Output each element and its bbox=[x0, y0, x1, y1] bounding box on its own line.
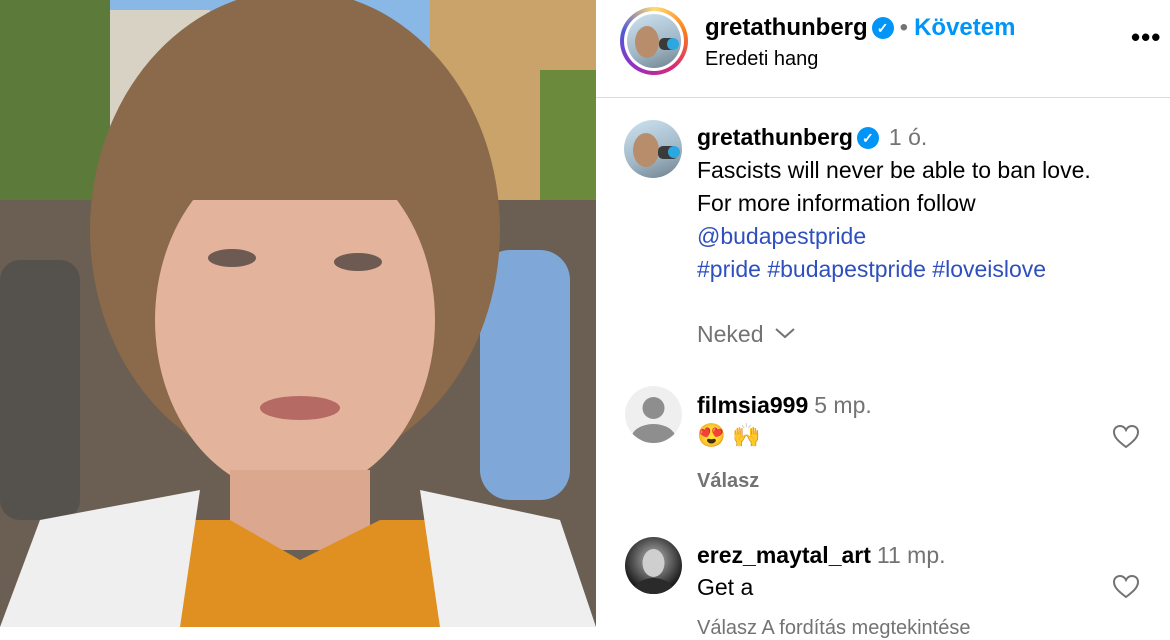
comment-timestamp: 11 mp. bbox=[876, 542, 946, 568]
avatar[interactable] bbox=[625, 537, 682, 594]
mention-link[interactable]: @budapestpride bbox=[697, 220, 1137, 253]
chevron-down-icon bbox=[775, 328, 795, 339]
avatar bbox=[627, 14, 681, 68]
post-details-panel: gretathunberg ✓ • Követem Eredeti hang ••• … bbox=[596, 0, 1170, 639]
post-header: gretathunberg ✓ • Követem Eredeti hang ••• bbox=[596, 0, 1170, 98]
comment-username-row: filmsia999 5 mp. bbox=[697, 392, 872, 419]
video-frame bbox=[0, 0, 596, 627]
verified-badge-icon: ✓ bbox=[871, 17, 894, 39]
hashtags-links[interactable]: #pride #budapestpride #loveislove bbox=[697, 253, 1137, 286]
sort-label: Neked bbox=[697, 321, 764, 347]
comment-sort-dropdown[interactable]: Neked bbox=[697, 321, 796, 348]
following-button[interactable]: Követem bbox=[914, 14, 1015, 41]
reply-button[interactable]: Válasz bbox=[697, 470, 759, 493]
more-options-icon[interactable]: ••• bbox=[1131, 22, 1161, 53]
audio-link[interactable]: Eredeti hang bbox=[705, 48, 818, 71]
username-link[interactable]: gretathunberg bbox=[705, 14, 868, 41]
reply-button[interactable]: Válasz A fordítás megtekintése bbox=[697, 617, 971, 640]
caption-username[interactable]: gretathunberg bbox=[697, 124, 853, 150]
heart-icon[interactable] bbox=[1112, 573, 1140, 601]
separator-dot: • bbox=[899, 14, 909, 41]
caption-timestamp[interactable]: 1 ó. bbox=[889, 124, 927, 150]
caption-avatar[interactable] bbox=[624, 120, 682, 178]
default-avatar-icon[interactable] bbox=[625, 386, 682, 443]
caption-line-2: For more information follow bbox=[697, 190, 976, 216]
comment-username[interactable]: filmsia999 bbox=[697, 392, 808, 418]
verified-badge-icon: ✓ bbox=[856, 127, 879, 149]
comment-username[interactable]: erez_maytal_art bbox=[697, 542, 871, 568]
header-username-row: gretathunberg ✓ • Követem bbox=[705, 14, 1015, 42]
caption-line-1: Fascists will never be able to ban love. bbox=[697, 157, 1091, 183]
heart-icon[interactable] bbox=[1112, 423, 1140, 451]
comment-text: Get a bbox=[697, 574, 754, 600]
comment-timestamp: 5 mp. bbox=[814, 392, 872, 418]
story-ring-avatar[interactable] bbox=[620, 7, 688, 75]
post-media[interactable] bbox=[0, 0, 596, 627]
comment-text: 😍 🙌 bbox=[697, 422, 761, 448]
comment-username-row: erez_maytal_art 11 mp. bbox=[697, 542, 946, 569]
caption-text: Fascists will never be able to ban love.… bbox=[697, 154, 1137, 286]
caption-username-row: gretathunberg ✓ 1 ó. bbox=[697, 124, 927, 151]
